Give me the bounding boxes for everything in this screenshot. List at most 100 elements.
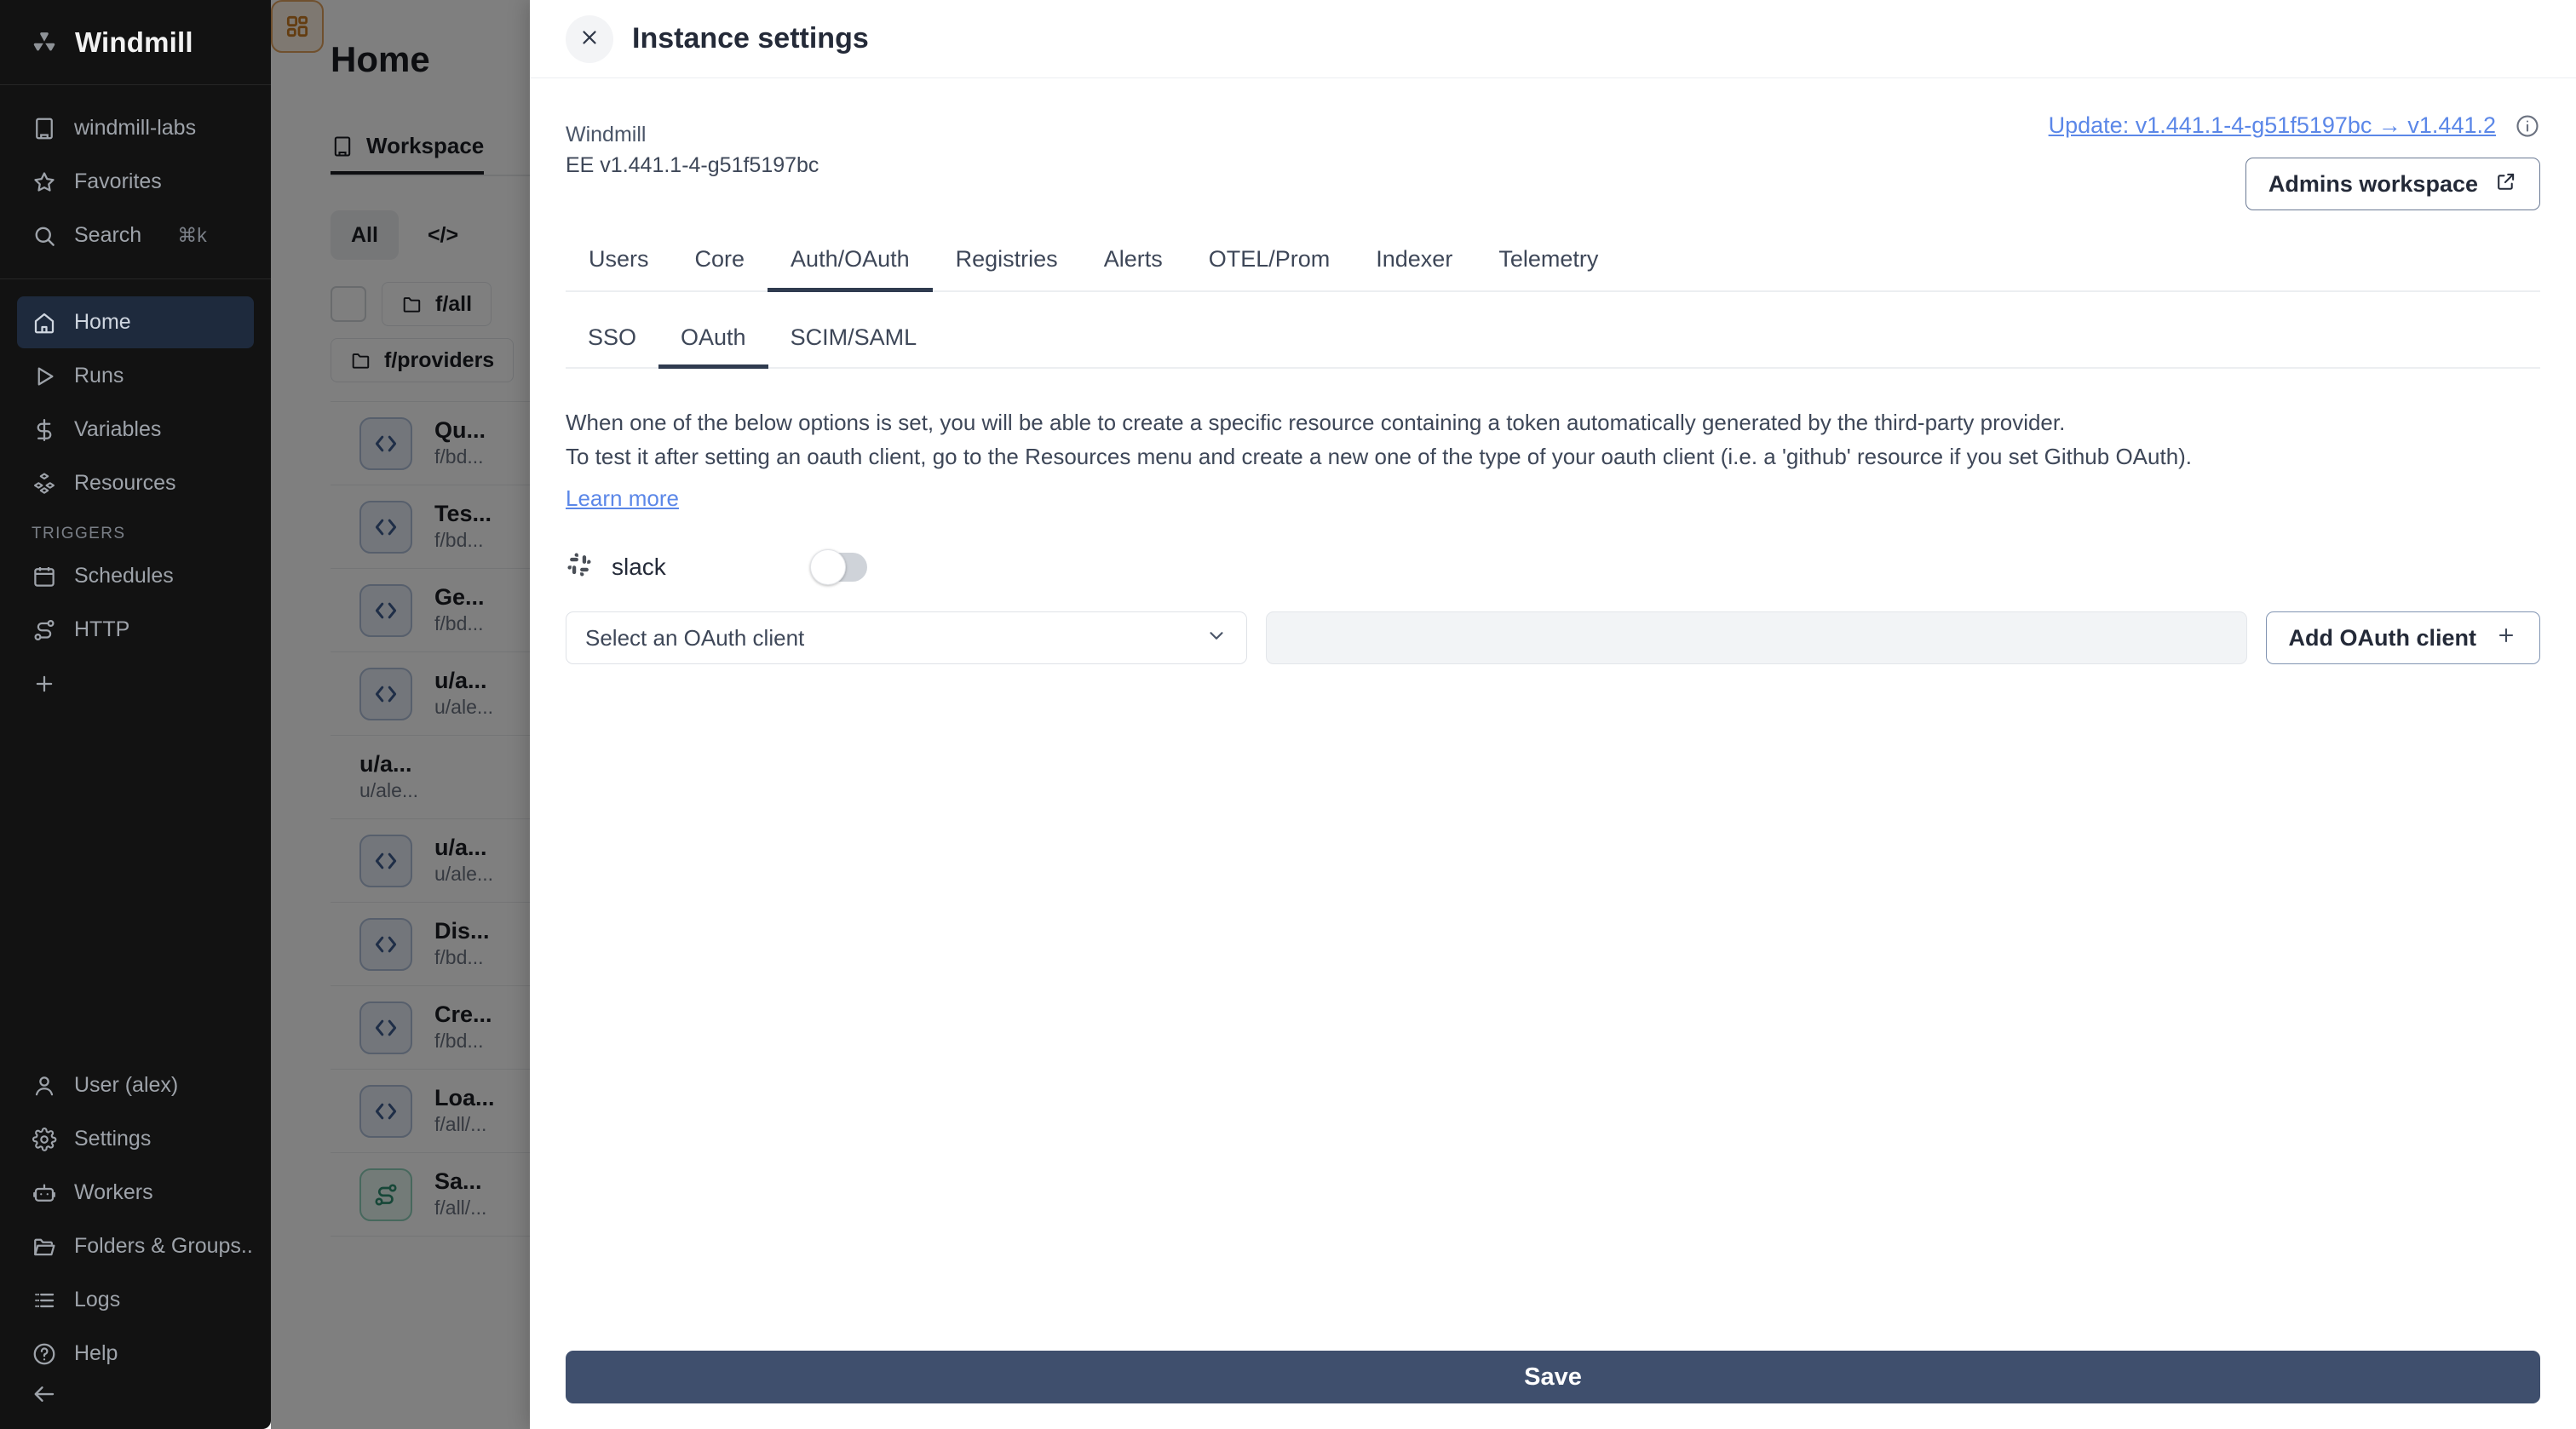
- provider-label: slack: [566, 551, 813, 583]
- sidebar-item-favorites[interactable]: Favorites: [17, 156, 254, 208]
- sidebar-item-label: Workers: [74, 1180, 153, 1204]
- screen-root: Windmill windmill-labs Favorites Search …: [0, 0, 2576, 1429]
- robot-icon: [32, 1180, 57, 1206]
- add-oauth-client-button[interactable]: Add OAuth client: [2265, 611, 2540, 665]
- close-icon: [578, 26, 601, 51]
- toggle-knob: [810, 548, 846, 585]
- sidebar-nav-section: Home Runs Variables Resources TRIGGERS S…: [0, 279, 271, 726]
- sidebar-item-help[interactable]: Help: [17, 1328, 254, 1380]
- oauth-secret-input[interactable]: [1266, 611, 2247, 665]
- route-icon: [32, 617, 57, 643]
- star-icon: [32, 169, 57, 195]
- sidebar-group-triggers: TRIGGERS: [32, 525, 126, 542]
- subtab-scim-saml[interactable]: SCIM/SAML: [768, 324, 940, 369]
- update-link[interactable]: Update: v1.441.1-4-g51f5197bc → v1.441.2: [2049, 112, 2496, 139]
- sidebar-item-label: windmill-labs: [74, 116, 197, 140]
- modal-title: Instance settings: [632, 22, 869, 55]
- tab-core[interactable]: Core: [672, 246, 768, 292]
- tab-users[interactable]: Users: [566, 246, 672, 292]
- sidebar-top-section: windmill-labs Favorites Search ⌘k: [0, 85, 271, 279]
- plus-icon: [2495, 624, 2517, 652]
- sidebar-item-label: Help: [74, 1341, 118, 1365]
- home-icon: [32, 310, 57, 336]
- modal-top-right: Update: v1.441.1-4-g51f5197bc → v1.441.2…: [2049, 112, 2540, 210]
- subtab-oauth[interactable]: OAuth: [658, 324, 768, 369]
- sidebar-item-label: Schedules: [74, 564, 174, 588]
- calendar-icon: [32, 564, 57, 589]
- sidebar-item-label: Logs: [74, 1288, 121, 1311]
- sidebar: Windmill windmill-labs Favorites Search …: [0, 0, 271, 1429]
- user-icon: [32, 1073, 57, 1099]
- windmill-logo-icon: [29, 27, 60, 58]
- save-button[interactable]: Save: [566, 1351, 2540, 1403]
- auth-subtabs: SSO OAuth SCIM/SAML: [566, 324, 2540, 369]
- cubes-icon: [32, 471, 57, 496]
- modal-header: Instance settings: [530, 0, 2576, 78]
- sidebar-item-variables[interactable]: Variables: [17, 404, 254, 456]
- description-line-1: When one of the below options is set, yo…: [566, 410, 2066, 435]
- sidebar-item-workers[interactable]: Workers: [17, 1167, 254, 1219]
- sidebar-item-home[interactable]: Home: [17, 296, 254, 348]
- description-block: When one of the below options is set, yo…: [566, 406, 2540, 512]
- provider-name: slack: [612, 553, 666, 580]
- sidebar-add-trigger-button[interactable]: [17, 657, 254, 709]
- learn-more-link[interactable]: Learn more: [566, 485, 679, 512]
- sidebar-item-label: HTTP: [74, 617, 130, 641]
- sidebar-item-user[interactable]: User (alex): [17, 1059, 254, 1111]
- sidebar-item-label: Favorites: [74, 169, 162, 193]
- sidebar-item-label: Search: [74, 223, 142, 247]
- update-row: Update: v1.441.1-4-g51f5197bc → v1.441.2: [2049, 112, 2540, 139]
- sidebar-bottom-section: User (alex) Settings Workers Folders & G…: [0, 1042, 271, 1429]
- dollar-icon: [32, 417, 57, 443]
- add-oauth-client-label: Add OAuth client: [2288, 624, 2476, 651]
- search-icon: [32, 223, 57, 249]
- building-icon: [32, 116, 57, 141]
- slack-icon: [566, 551, 593, 583]
- sidebar-item-schedules[interactable]: Schedules: [17, 550, 254, 602]
- settings-tabs: Users Core Auth/OAuth Registries Alerts …: [566, 246, 2540, 292]
- sidebar-item-label: Variables: [74, 417, 162, 441]
- external-link-icon: [2495, 170, 2517, 198]
- play-icon: [32, 364, 57, 389]
- folder-icon: [32, 1234, 57, 1260]
- version-block: Windmill EE v1.441.1-4-g51f5197bc: [566, 112, 819, 181]
- sidebar-item-http[interactable]: HTTP: [17, 604, 254, 656]
- tab-alerts[interactable]: Alerts: [1081, 246, 1186, 292]
- sidebar-item-folders-groups[interactable]: Folders & Groups...: [17, 1220, 254, 1272]
- description-line-2: To test it after setting an oauth client…: [566, 443, 2193, 469]
- search-shortcut: ⌘k: [177, 224, 207, 246]
- instance-settings-modal: Instance settings Windmill EE v1.441.1-4…: [530, 0, 2576, 1429]
- tab-otel-prom[interactable]: OTEL/Prom: [1186, 246, 1354, 292]
- tab-registries[interactable]: Registries: [933, 246, 1081, 292]
- plus-icon: [32, 671, 57, 697]
- sidebar-item-logs[interactable]: Logs: [17, 1274, 254, 1326]
- close-button[interactable]: [566, 14, 613, 63]
- modal-body: Windmill EE v1.441.1-4-g51f5197bc Update…: [530, 78, 2576, 1335]
- info-icon[interactable]: [2515, 113, 2540, 139]
- provider-toggle[interactable]: [810, 548, 867, 585]
- sidebar-collapse-button[interactable]: [0, 1381, 271, 1420]
- help-circle-icon: [32, 1341, 57, 1367]
- oauth-client-select[interactable]: Select an OAuth client: [566, 611, 1247, 665]
- oauth-client-form-row: Select an OAuth client Add OAuth client: [566, 611, 2540, 665]
- sidebar-item-runs[interactable]: Runs: [17, 350, 254, 402]
- sidebar-item-settings[interactable]: Settings: [17, 1113, 254, 1165]
- sidebar-item-workspace[interactable]: windmill-labs: [17, 102, 254, 154]
- admins-workspace-label: Admins workspace: [2268, 170, 2478, 197]
- tab-telemetry[interactable]: Telemetry: [1475, 246, 1621, 292]
- sidebar-item-label: Resources: [74, 471, 176, 495]
- oauth-client-select-value: Select an OAuth client: [585, 624, 805, 651]
- sidebar-item-label: Home: [74, 310, 131, 334]
- subtab-sso[interactable]: SSO: [566, 324, 658, 369]
- gear-icon: [32, 1127, 57, 1152]
- brand-name: Windmill: [75, 26, 193, 58]
- sidebar-brand[interactable]: Windmill: [0, 0, 271, 85]
- sidebar-item-search[interactable]: Search ⌘k: [17, 209, 254, 261]
- sidebar-item-label: Settings: [74, 1127, 152, 1151]
- sidebar-item-resources[interactable]: Resources: [17, 457, 254, 509]
- admins-workspace-button[interactable]: Admins workspace: [2245, 158, 2540, 210]
- arrow-left-icon: [32, 1381, 271, 1407]
- tab-auth-oauth[interactable]: Auth/OAuth: [768, 246, 933, 292]
- tab-indexer[interactable]: Indexer: [1353, 246, 1475, 292]
